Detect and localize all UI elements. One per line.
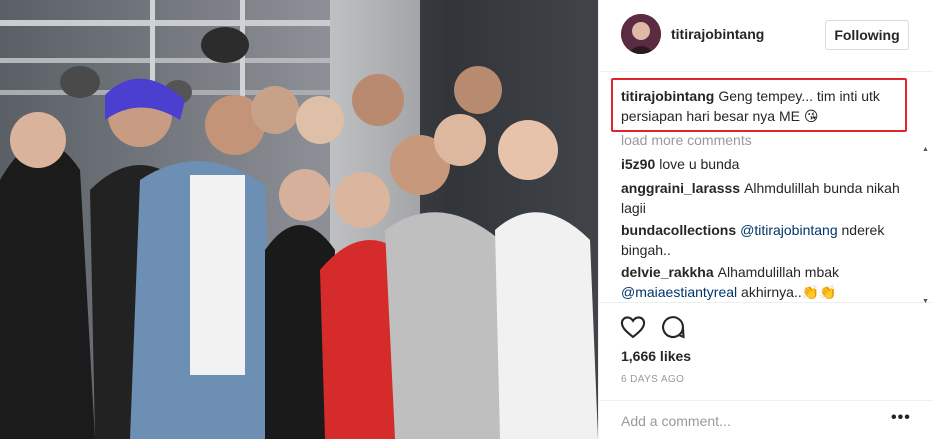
post-photo[interactable] [0, 0, 598, 439]
comment-icon[interactable] [659, 313, 687, 341]
comment-input[interactable] [621, 411, 871, 431]
instagram-post-view: titirajobintang titirajobintang Geng temp… [0, 0, 933, 439]
heart-icon[interactable] [619, 313, 647, 341]
caption-username[interactable]: titirajobintang [621, 88, 714, 104]
scroll-down-icon[interactable]: ▼ [922, 298, 929, 305]
comment-username[interactable]: bundacollections [621, 222, 736, 238]
comment-username[interactable]: i5z90 [621, 156, 655, 172]
avatar-image [621, 14, 661, 54]
likes-count[interactable]: 1,666 likes [621, 348, 691, 364]
post-actions: 1,666 likes 6 DAYS AGO [599, 302, 933, 402]
more-options-icon[interactable]: ••• [891, 409, 911, 429]
scroll-track[interactable] [922, 148, 929, 306]
add-comment-bar: ••• [599, 400, 933, 439]
comments-scrollbar[interactable]: ▲ ▼ [922, 146, 929, 306]
comment-text: Alhamdulillah mbak [717, 264, 840, 280]
avatar[interactable] [621, 14, 661, 54]
comment-mention[interactable]: @maiaestiantyreal [621, 284, 737, 300]
comment-text: love u bunda [659, 156, 740, 172]
comment-username[interactable]: anggraini_larasss [621, 180, 740, 196]
comments-section: titirajobintang Geng tempey... tim inti u… [599, 76, 933, 302]
load-more-comments-link[interactable]: load more comments [621, 132, 752, 148]
comment-username[interactable]: delvie_rakkha [621, 264, 714, 280]
post-side-panel: titirajobintang titirajobintang Geng temp… [598, 0, 933, 439]
post-caption: titirajobintang Geng tempey... tim inti u… [621, 86, 901, 126]
group-photo-image [0, 0, 598, 439]
comment-text-after: akhirnya..👏👏 [741, 284, 837, 300]
comment-item: i5z90 love u bunda [621, 154, 907, 174]
post-date[interactable]: 6 DAYS AGO [621, 374, 684, 385]
scroll-up-icon[interactable]: ▲ [922, 146, 929, 153]
comment-item: anggraini_larasss Alhmdulillah bunda nika… [621, 178, 907, 218]
comment-mention[interactable]: @titirajobintang [740, 222, 838, 238]
comment-item: delvie_rakkha Alhamdulillah mbak @maiaest… [621, 262, 907, 302]
comment-item: bundacollections @titirajobintang nderek … [621, 220, 907, 260]
post-author-username[interactable]: titirajobintang [671, 26, 764, 42]
following-button[interactable]: Following [825, 20, 909, 50]
